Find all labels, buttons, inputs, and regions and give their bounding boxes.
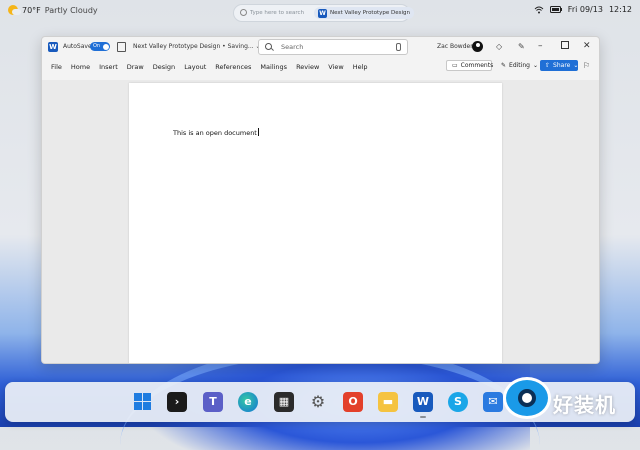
avatar[interactable]: [472, 41, 483, 52]
start-tile: [134, 402, 142, 410]
word-icon: W: [318, 8, 327, 18]
document-body-text[interactable]: This is an open document: [173, 128, 259, 137]
toggle-knob: [102, 43, 109, 50]
chevron-down-icon: ⌄: [532, 62, 538, 69]
tab-help[interactable]: Help: [353, 63, 368, 71]
word-window: W AutoSave On Next Valley Prototype Desi…: [41, 36, 600, 364]
minimize-button[interactable]: –: [538, 41, 543, 51]
top-status-bar: 70°F Partly Cloudy Type here to search W…: [0, 0, 640, 24]
top-search-bar[interactable]: Type here to search W Next Valley Protot…: [233, 4, 414, 22]
menu-items: File Home Insert Draw Design Layout Refe…: [51, 63, 368, 71]
editing-mode-button[interactable]: ✎ Editing ⌄: [496, 60, 538, 71]
store-icon[interactable]: ▦: [274, 392, 294, 412]
tab-design[interactable]: Design: [153, 63, 175, 71]
autosave-toggle[interactable]: On: [90, 42, 110, 51]
share-button[interactable]: ⇧ Share ⌄: [540, 60, 578, 71]
premium-diamond-icon[interactable]: ◇: [496, 42, 502, 51]
start-tile: [134, 393, 142, 401]
weather-icon: [8, 5, 21, 15]
pen-icon[interactable]: ✎: [518, 42, 525, 51]
search-placeholder: Search: [281, 43, 304, 51]
wifi-icon[interactable]: [534, 6, 544, 14]
weather-condition: Partly Cloudy: [44, 5, 98, 15]
settings-gear-icon[interactable]: ⚙: [308, 392, 328, 412]
comments-button[interactable]: ▭ Comments: [446, 60, 494, 71]
share-label: Share: [553, 62, 571, 69]
save-icon[interactable]: [117, 42, 126, 52]
close-button[interactable]: ✕: [583, 41, 591, 51]
tab-references[interactable]: References: [215, 63, 251, 71]
tab-file[interactable]: File: [51, 63, 62, 71]
pen-icon: ✎: [501, 62, 507, 69]
start-button[interactable]: [133, 392, 153, 412]
skype-icon[interactable]: S: [448, 392, 468, 412]
recent-document-chip[interactable]: W Next Valley Prototype Design: [314, 7, 414, 19]
office-icon[interactable]: O: [343, 392, 363, 412]
search-box[interactable]: Search: [258, 39, 408, 55]
mail-icon[interactable]: ✉: [483, 392, 503, 412]
top-search-placeholder: Type here to search: [250, 10, 305, 16]
document-page[interactable]: This is an open document: [129, 83, 502, 363]
system-tray: Fri 09/13 12:12: [534, 5, 632, 14]
document-canvas: This is an open document: [42, 80, 599, 363]
ribbon-tabs: File Home Insert Draw Design Layout Refe…: [42, 59, 599, 75]
tab-mailings[interactable]: Mailings: [260, 63, 287, 71]
clock[interactable]: 12:12: [609, 5, 632, 14]
autosave-label: AutoSave: [63, 43, 92, 50]
file-explorer-icon[interactable]: ▬: [378, 392, 398, 412]
word-app-icon: W: [48, 42, 58, 52]
watermark-logo: [503, 377, 551, 419]
recent-doc-title: Next Valley Prototype Design: [330, 10, 410, 16]
weather-temp: 70°F: [22, 5, 41, 15]
tab-home[interactable]: Home: [71, 63, 90, 71]
start-tile: [143, 393, 151, 401]
user-name[interactable]: Zac Bowden: [437, 43, 474, 50]
maximize-button[interactable]: [561, 41, 569, 52]
autosave-state: On: [93, 43, 101, 49]
edge-icon[interactable]: e: [238, 392, 258, 412]
teams-icon[interactable]: T: [203, 392, 223, 412]
feedback-icon[interactable]: ⚐: [583, 61, 590, 70]
document-title[interactable]: Next Valley Prototype Design • Saving...…: [133, 43, 261, 50]
tab-review[interactable]: Review: [296, 63, 319, 71]
comments-label: Comments: [460, 62, 494, 69]
tab-layout[interactable]: Layout: [184, 63, 206, 71]
tab-view[interactable]: View: [328, 63, 343, 71]
battery-icon[interactable]: [549, 6, 562, 13]
watermark-text: 好装机: [553, 393, 616, 417]
search-icon: [265, 43, 272, 50]
tab-draw[interactable]: Draw: [127, 63, 144, 71]
share-icon: ⇧: [545, 62, 551, 69]
chevron-down-icon: ⌄: [573, 62, 579, 69]
microphone-icon[interactable]: [396, 43, 401, 51]
running-indicator: [420, 416, 426, 418]
title-bar: W AutoSave On Next Valley Prototype Desi…: [42, 37, 599, 57]
date[interactable]: Fri 09/13: [568, 5, 603, 14]
comment-icon: ▭: [452, 62, 458, 69]
weather-widget[interactable]: 70°F Partly Cloudy: [8, 5, 98, 15]
maximize-icon: [561, 41, 569, 49]
word-taskbar-icon[interactable]: W: [413, 392, 433, 412]
editing-label: Editing: [509, 62, 530, 69]
search-icon: [240, 9, 247, 16]
text-caret: [257, 128, 259, 136]
start-tile: [143, 402, 151, 410]
terminal-icon[interactable]: ›: [167, 392, 187, 412]
body-text-content: This is an open document: [173, 129, 257, 137]
tab-insert[interactable]: Insert: [99, 63, 118, 71]
